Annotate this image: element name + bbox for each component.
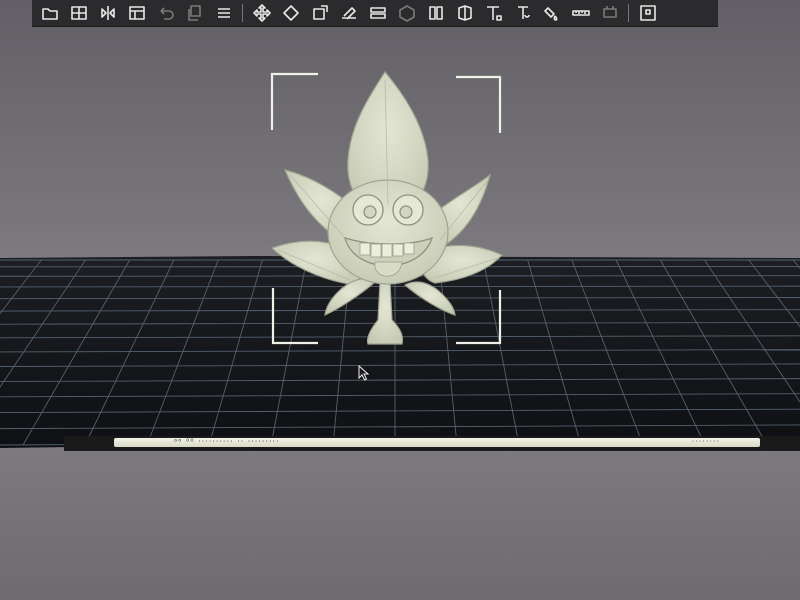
hollow-button[interactable]: [451, 2, 478, 24]
puzzle-button[interactable]: [634, 2, 661, 24]
undo-icon: [159, 7, 174, 20]
cut-button[interactable]: [480, 2, 507, 24]
measure-button[interactable]: [567, 2, 594, 24]
leaf-bottom-left: [324, 278, 376, 317]
status-bar-right-text: ········: [691, 437, 720, 446]
stem: [366, 281, 404, 345]
selection-bracket-top-right: [456, 75, 502, 133]
tooth: [403, 242, 415, 255]
mouse-cursor-icon: [358, 365, 370, 381]
move-icon: [252, 4, 271, 22]
hollow-icon: [457, 5, 472, 21]
measure-icon: [571, 10, 590, 16]
grid-layout-icon: [70, 6, 87, 20]
split-icon: [428, 6, 443, 20]
list-button[interactable]: [210, 2, 237, 24]
toolbar-separator: [242, 4, 243, 22]
copy-icon: [187, 5, 201, 21]
left-pupil: [363, 205, 377, 219]
open-file-button[interactable]: [36, 2, 63, 24]
mirror-icon: [100, 6, 115, 20]
right-pupil: [399, 205, 413, 219]
status-bar-left-text: ᵒᵒ ⁰⁰ ·········· ·· ·········: [174, 437, 280, 446]
cube-button[interactable]: [393, 2, 420, 24]
3d-model-leaf-character[interactable]: [0, 0, 800, 600]
layers-icon: [369, 7, 386, 19]
copy-button[interactable]: [181, 2, 208, 24]
cube-icon: [398, 5, 415, 22]
move-button[interactable]: [248, 2, 275, 24]
layout-icon: [128, 6, 145, 20]
cut-icon: [486, 6, 502, 21]
text-icon: [517, 6, 530, 19]
puzzle-icon: [639, 5, 656, 21]
tooth: [370, 243, 382, 258]
support-button[interactable]: [596, 2, 623, 24]
status-bar: ᵒᵒ ⁰⁰ ·········· ·· ········· ········: [64, 436, 800, 451]
lay-flat-button[interactable]: [335, 2, 362, 24]
rotate-icon: [282, 5, 299, 21]
leaf-bottom-right: [403, 281, 456, 316]
paint-icon: [543, 7, 557, 21]
grid-layout-button[interactable]: [65, 2, 92, 24]
scale-button[interactable]: [306, 2, 333, 24]
support-icon: [602, 6, 617, 18]
mirror-button[interactable]: [94, 2, 121, 24]
open-file-icon: [41, 8, 58, 20]
paint-button[interactable]: [538, 2, 565, 24]
tooth: [392, 243, 404, 257]
tooth: [359, 242, 371, 256]
text-button[interactable]: [509, 2, 536, 24]
top-toolbar: [32, 0, 718, 27]
selection-bracket-top-left: [270, 72, 318, 130]
lay-flat-icon: [341, 7, 356, 20]
scale-icon: [312, 5, 328, 20]
selection-bracket-bottom-right: [456, 290, 502, 345]
list-icon: [217, 8, 230, 18]
tooth: [381, 243, 393, 258]
layers-button[interactable]: [364, 2, 391, 24]
selection-bracket-bottom-left: [271, 288, 318, 345]
toolbar-separator: [628, 4, 629, 22]
split-button[interactable]: [422, 2, 449, 24]
layout-button[interactable]: [123, 2, 150, 24]
undo-button[interactable]: [152, 2, 179, 24]
rotate-button[interactable]: [277, 2, 304, 24]
